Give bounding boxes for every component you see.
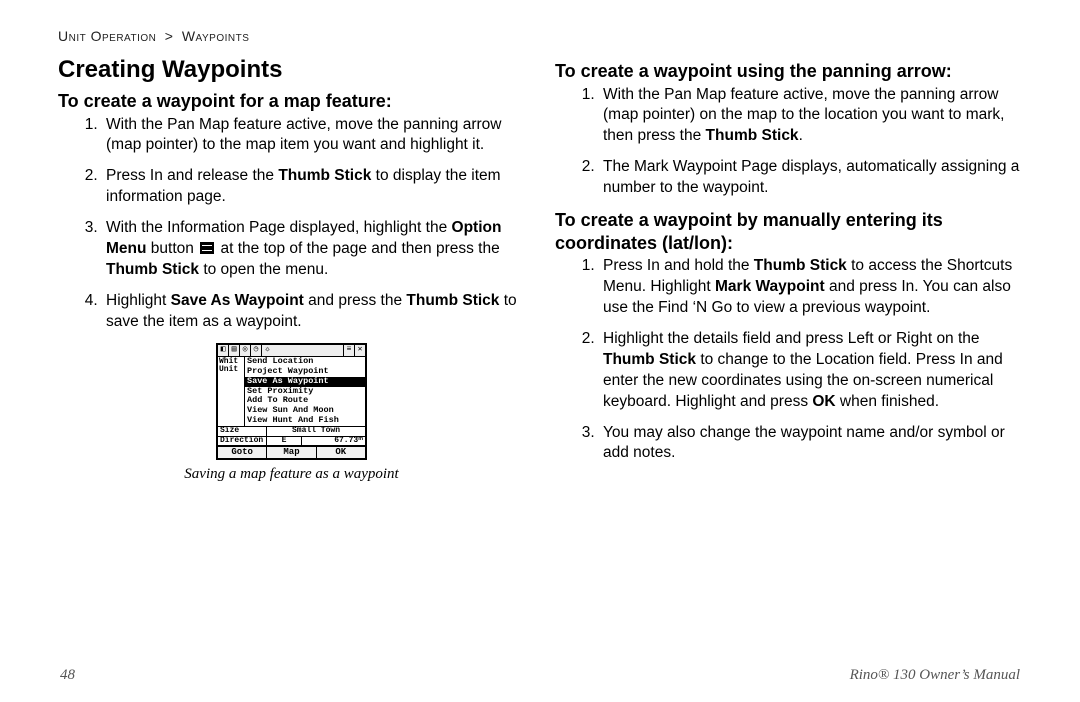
breadcrumb-sep: > xyxy=(165,28,174,44)
topbar-icon: ☼ xyxy=(262,345,273,356)
topbar-icon: ◷ xyxy=(251,345,262,356)
value: 67.73ᵐ xyxy=(302,437,365,445)
steps-panning-arrow: With the Pan Map feature active, move th… xyxy=(555,85,1022,200)
figure: ◧ ▤ ◎ ◷ ☼ ≡ ✕ Whit xyxy=(58,343,525,484)
term-thumb-stick: Thumb Stick xyxy=(603,351,696,368)
content-columns: Creating Waypoints To create a waypoint … xyxy=(58,54,1022,663)
step-text: With the Pan Map feature active, move th… xyxy=(106,116,501,154)
left-column: Creating Waypoints To create a waypoint … xyxy=(58,54,525,663)
term-save-as-waypoint: Save As Waypoint xyxy=(171,292,304,309)
step-text: . xyxy=(799,127,803,144)
step-text: With the Information Page displayed, hig… xyxy=(106,219,452,236)
page: Unit Operation > Waypoints Creating Wayp… xyxy=(0,0,1080,702)
value: E xyxy=(267,437,302,445)
value: Small Town xyxy=(267,427,365,435)
page-footer: 48 Rino® 130 Owner’s Manual xyxy=(58,667,1022,684)
option-menu-icon: ≡ xyxy=(343,345,354,356)
map-button: Map xyxy=(267,447,316,458)
step-text: Highlight the details field and press Le… xyxy=(603,330,980,347)
topbar-icon: ◎ xyxy=(240,345,251,356)
page-title: Creating Waypoints xyxy=(58,56,525,84)
right-column: To create a waypoint using the panning a… xyxy=(555,54,1022,663)
option-menu-icon xyxy=(200,242,214,254)
list-item: Highlight the details field and press Le… xyxy=(599,329,1022,413)
term-thumb-stick: Thumb Stick xyxy=(106,261,199,278)
step-text: when finished. xyxy=(836,393,939,410)
term-thumb-stick: Thumb Stick xyxy=(706,127,799,144)
step-text: and press the xyxy=(304,292,407,309)
step-text: Press In and hold the xyxy=(603,257,754,274)
ok-button: OK xyxy=(317,447,365,458)
steps-map-feature: With the Pan Map feature active, move th… xyxy=(58,115,525,333)
page-number: 48 xyxy=(60,667,75,684)
topbar-left-icons: ◧ ▤ ◎ ◷ ☼ xyxy=(218,345,273,356)
step-text: to open the menu. xyxy=(199,261,328,278)
list-item: You may also change the waypoint name an… xyxy=(599,423,1022,465)
device-buttons: Goto Map OK xyxy=(218,445,365,458)
subhead-panning-arrow: To create a waypoint using the panning a… xyxy=(555,60,1022,83)
device-screenshot: ◧ ▤ ◎ ◷ ☼ ≡ ✕ Whit xyxy=(216,343,367,461)
device-direction-row: Direction E 67.73ᵐ xyxy=(218,436,365,445)
step-text: Highlight xyxy=(106,292,171,309)
label: Size xyxy=(218,427,267,435)
list-item: With the Pan Map feature active, move th… xyxy=(102,115,525,157)
device-size-row: Size Small Town xyxy=(218,426,365,435)
term-thumb-stick: Thumb Stick xyxy=(278,167,371,184)
list-item: With the Information Page displayed, hig… xyxy=(102,218,525,281)
manual-title: Rino® 130 Owner’s Manual xyxy=(850,667,1020,684)
figure-caption: Saving a map feature as a waypoint xyxy=(58,466,525,483)
device-topbar: ◧ ▤ ◎ ◷ ☼ ≡ ✕ xyxy=(218,345,365,357)
step-text: The Mark Waypoint Page displays, automat… xyxy=(603,158,1019,196)
label: Direction xyxy=(218,437,267,445)
step-text: You may also change the waypoint name an… xyxy=(603,424,1005,462)
breadcrumb: Unit Operation > Waypoints xyxy=(58,28,1022,44)
label: Unit xyxy=(219,366,243,374)
step-text: With the Pan Map feature active, move th… xyxy=(603,86,1005,145)
term-ok: OK xyxy=(812,393,835,410)
list-item: The Mark Waypoint Page displays, automat… xyxy=(599,157,1022,199)
topbar-icon: ▤ xyxy=(229,345,240,356)
list-item: With the Pan Map feature active, move th… xyxy=(599,85,1022,148)
topbar-right-icons: ≡ ✕ xyxy=(343,345,365,356)
list-item: Press In and hold the Thumb Stick to acc… xyxy=(599,256,1022,319)
term-thumb-stick: Thumb Stick xyxy=(406,292,499,309)
steps-manual-coords: Press In and hold the Thumb Stick to acc… xyxy=(555,256,1022,464)
device-left-labels: Whit Unit xyxy=(218,357,245,426)
step-text: Press In and release the xyxy=(106,167,278,184)
breadcrumb-section: Unit Operation xyxy=(58,28,156,44)
subhead-manual-coords: To create a waypoint by manually enterin… xyxy=(555,209,1022,254)
breadcrumb-subsection: Waypoints xyxy=(182,28,250,44)
device-body: Whit Unit Send Location Project Waypoint… xyxy=(218,357,365,426)
subhead-map-feature: To create a waypoint for a map feature: xyxy=(58,90,525,113)
step-text: button xyxy=(146,240,198,257)
goto-button: Goto xyxy=(218,447,267,458)
step-text: at the top of the page and then press th… xyxy=(216,240,500,257)
term-mark-waypoint: Mark Waypoint xyxy=(715,278,825,295)
term-thumb-stick: Thumb Stick xyxy=(754,257,847,274)
topbar-icon: ◧ xyxy=(218,345,229,356)
list-item: Highlight Save As Waypoint and press the… xyxy=(102,291,525,333)
list-item: Press In and release the Thumb Stick to … xyxy=(102,166,525,208)
close-icon: ✕ xyxy=(354,345,365,356)
menu-item: View Hunt And Fish xyxy=(245,416,365,426)
device-menu: Send Location Project Waypoint Save As W… xyxy=(245,357,365,426)
